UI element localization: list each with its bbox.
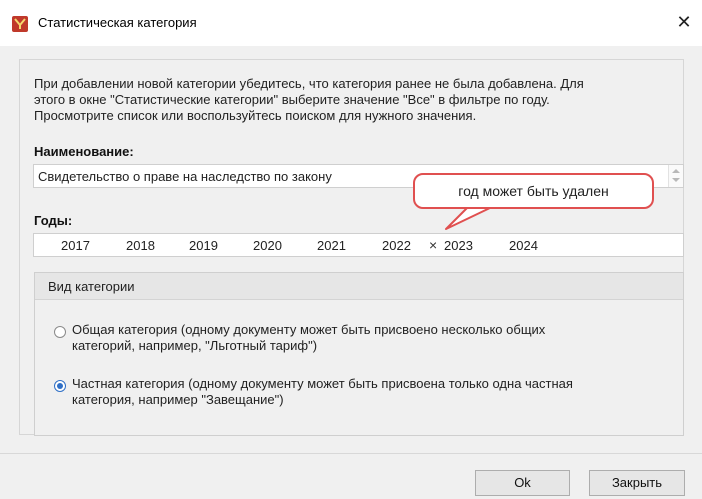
year-tag[interactable]: 2024: [509, 238, 538, 253]
footer-divider: [0, 453, 702, 454]
private-category-label[interactable]: Частная категория (одному документу може…: [72, 376, 672, 408]
spinner-down-icon[interactable]: [672, 178, 680, 182]
general-category-label[interactable]: Общая категория (одному документу может …: [72, 322, 672, 354]
general-category-line-1: Общая категория (одному документу может …: [72, 322, 546, 337]
annotation-callout: год может быть удален: [413, 173, 654, 209]
name-input-value: Свидетельство о праве на наследство по з…: [38, 169, 332, 184]
year-tag[interactable]: 2017: [61, 238, 90, 253]
year-tag[interactable]: 2023: [444, 238, 473, 253]
group-title: Вид категории: [48, 279, 135, 294]
callout-text: год может быть удален: [458, 183, 609, 199]
private-category-line-1: Частная категория (одному документу може…: [72, 376, 573, 391]
years-label: Годы:: [34, 213, 73, 228]
group-header: Вид категории: [35, 273, 683, 300]
year-tag[interactable]: 2018: [126, 238, 155, 253]
info-line-3: Просмотрите список или воспользуйтесь по…: [34, 108, 477, 123]
info-line-1: При добавлении новой категории убедитесь…: [34, 76, 584, 91]
category-type-group: Вид категории: [34, 272, 684, 436]
years-input[interactable]: 2017 2018 2019 2020 2021 2022 × 2023 202…: [33, 233, 684, 257]
general-category-line-2: категорий, например, "Льготный тариф"): [72, 338, 318, 353]
app-logo-icon: [12, 16, 28, 32]
name-spinner[interactable]: [668, 165, 683, 187]
ok-button[interactable]: Ok: [475, 470, 570, 496]
close-button[interactable]: Закрыть: [589, 470, 685, 496]
private-category-radio[interactable]: [54, 380, 66, 392]
spinner-up-icon[interactable]: [672, 169, 680, 173]
year-tag[interactable]: 2019: [189, 238, 218, 253]
remove-year-icon[interactable]: ×: [429, 237, 437, 253]
year-tag[interactable]: 2021: [317, 238, 346, 253]
private-category-line-2: категория, например "Завещание"): [72, 392, 284, 407]
year-tag[interactable]: 2020: [253, 238, 282, 253]
year-tag[interactable]: 2022: [382, 238, 411, 253]
window-title: Статистическая категория: [38, 15, 197, 30]
name-label: Наименование:: [34, 144, 134, 159]
title-bar: Статистическая категория ✕: [0, 0, 702, 46]
close-icon[interactable]: ✕: [672, 10, 696, 34]
info-message: При добавлении новой категории убедитесь…: [34, 76, 674, 124]
general-category-radio[interactable]: [54, 326, 66, 338]
info-line-2: этого в окне "Статистические категории" …: [34, 92, 550, 107]
